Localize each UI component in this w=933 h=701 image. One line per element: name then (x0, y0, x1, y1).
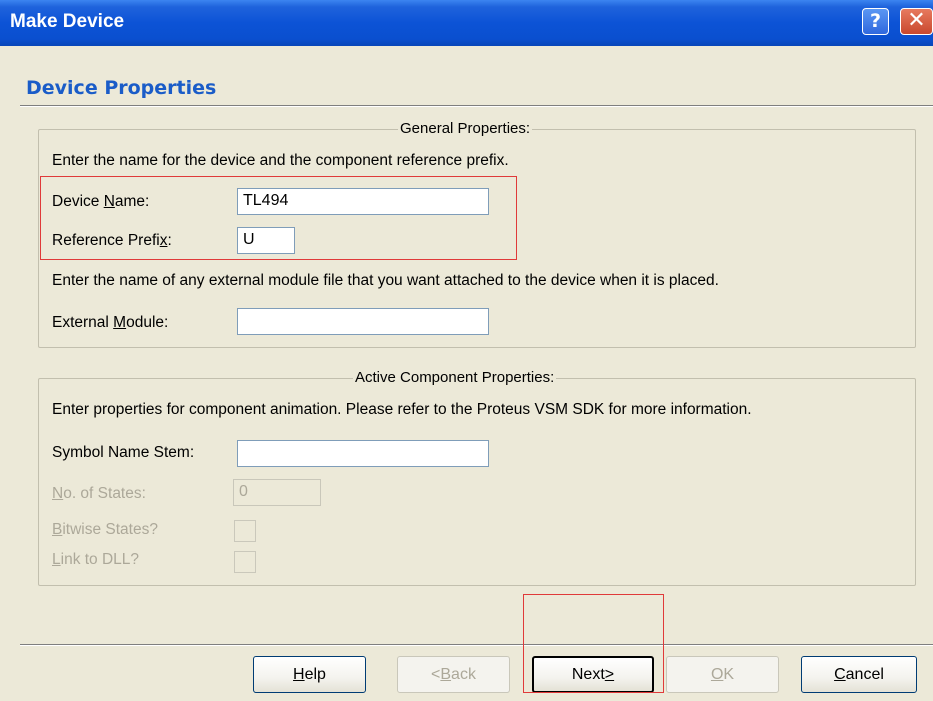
general-intro-text: Enter the name for the device and the co… (52, 152, 509, 169)
footer-divider (20, 644, 933, 646)
states-label: No. of States: (52, 485, 146, 502)
back-button[interactable]: <Back (397, 656, 510, 693)
active-intro-text: Enter properties for component animation… (52, 401, 752, 418)
help-button[interactable]: Help (253, 656, 366, 693)
module-intro-text: Enter the name of any external module fi… (52, 272, 719, 289)
symbol-name-stem-input[interactable] (237, 440, 489, 467)
heading-divider (20, 105, 933, 107)
external-module-label: External Module: (52, 314, 169, 331)
cancel-button[interactable]: Cancel (801, 656, 917, 693)
highlight-box-device-fields (40, 176, 517, 260)
link-dll-label: Link to DLL? (52, 551, 140, 568)
external-module-input[interactable] (237, 308, 489, 335)
page-title: Device Properties (26, 77, 217, 99)
symbol-name-stem-label: Symbol Name Stem: (52, 444, 195, 461)
window-title: Make Device (10, 11, 125, 32)
ok-button[interactable]: OK (666, 656, 779, 693)
active-group-title: Active Component Properties: (353, 369, 557, 387)
bitwise-states-label: Bitwise States? (52, 521, 158, 538)
help-title-button[interactable]: ? (862, 8, 889, 35)
title-bar[interactable]: Make Device ? ✕ (0, 0, 933, 46)
close-button[interactable]: ✕ (900, 8, 933, 35)
highlight-box-next (523, 594, 664, 693)
link-dll-checkbox[interactable] (234, 551, 256, 573)
states-input[interactable]: 0 (233, 479, 321, 506)
bitwise-states-checkbox[interactable] (234, 520, 256, 542)
general-group-title: General Properties: (398, 120, 533, 138)
